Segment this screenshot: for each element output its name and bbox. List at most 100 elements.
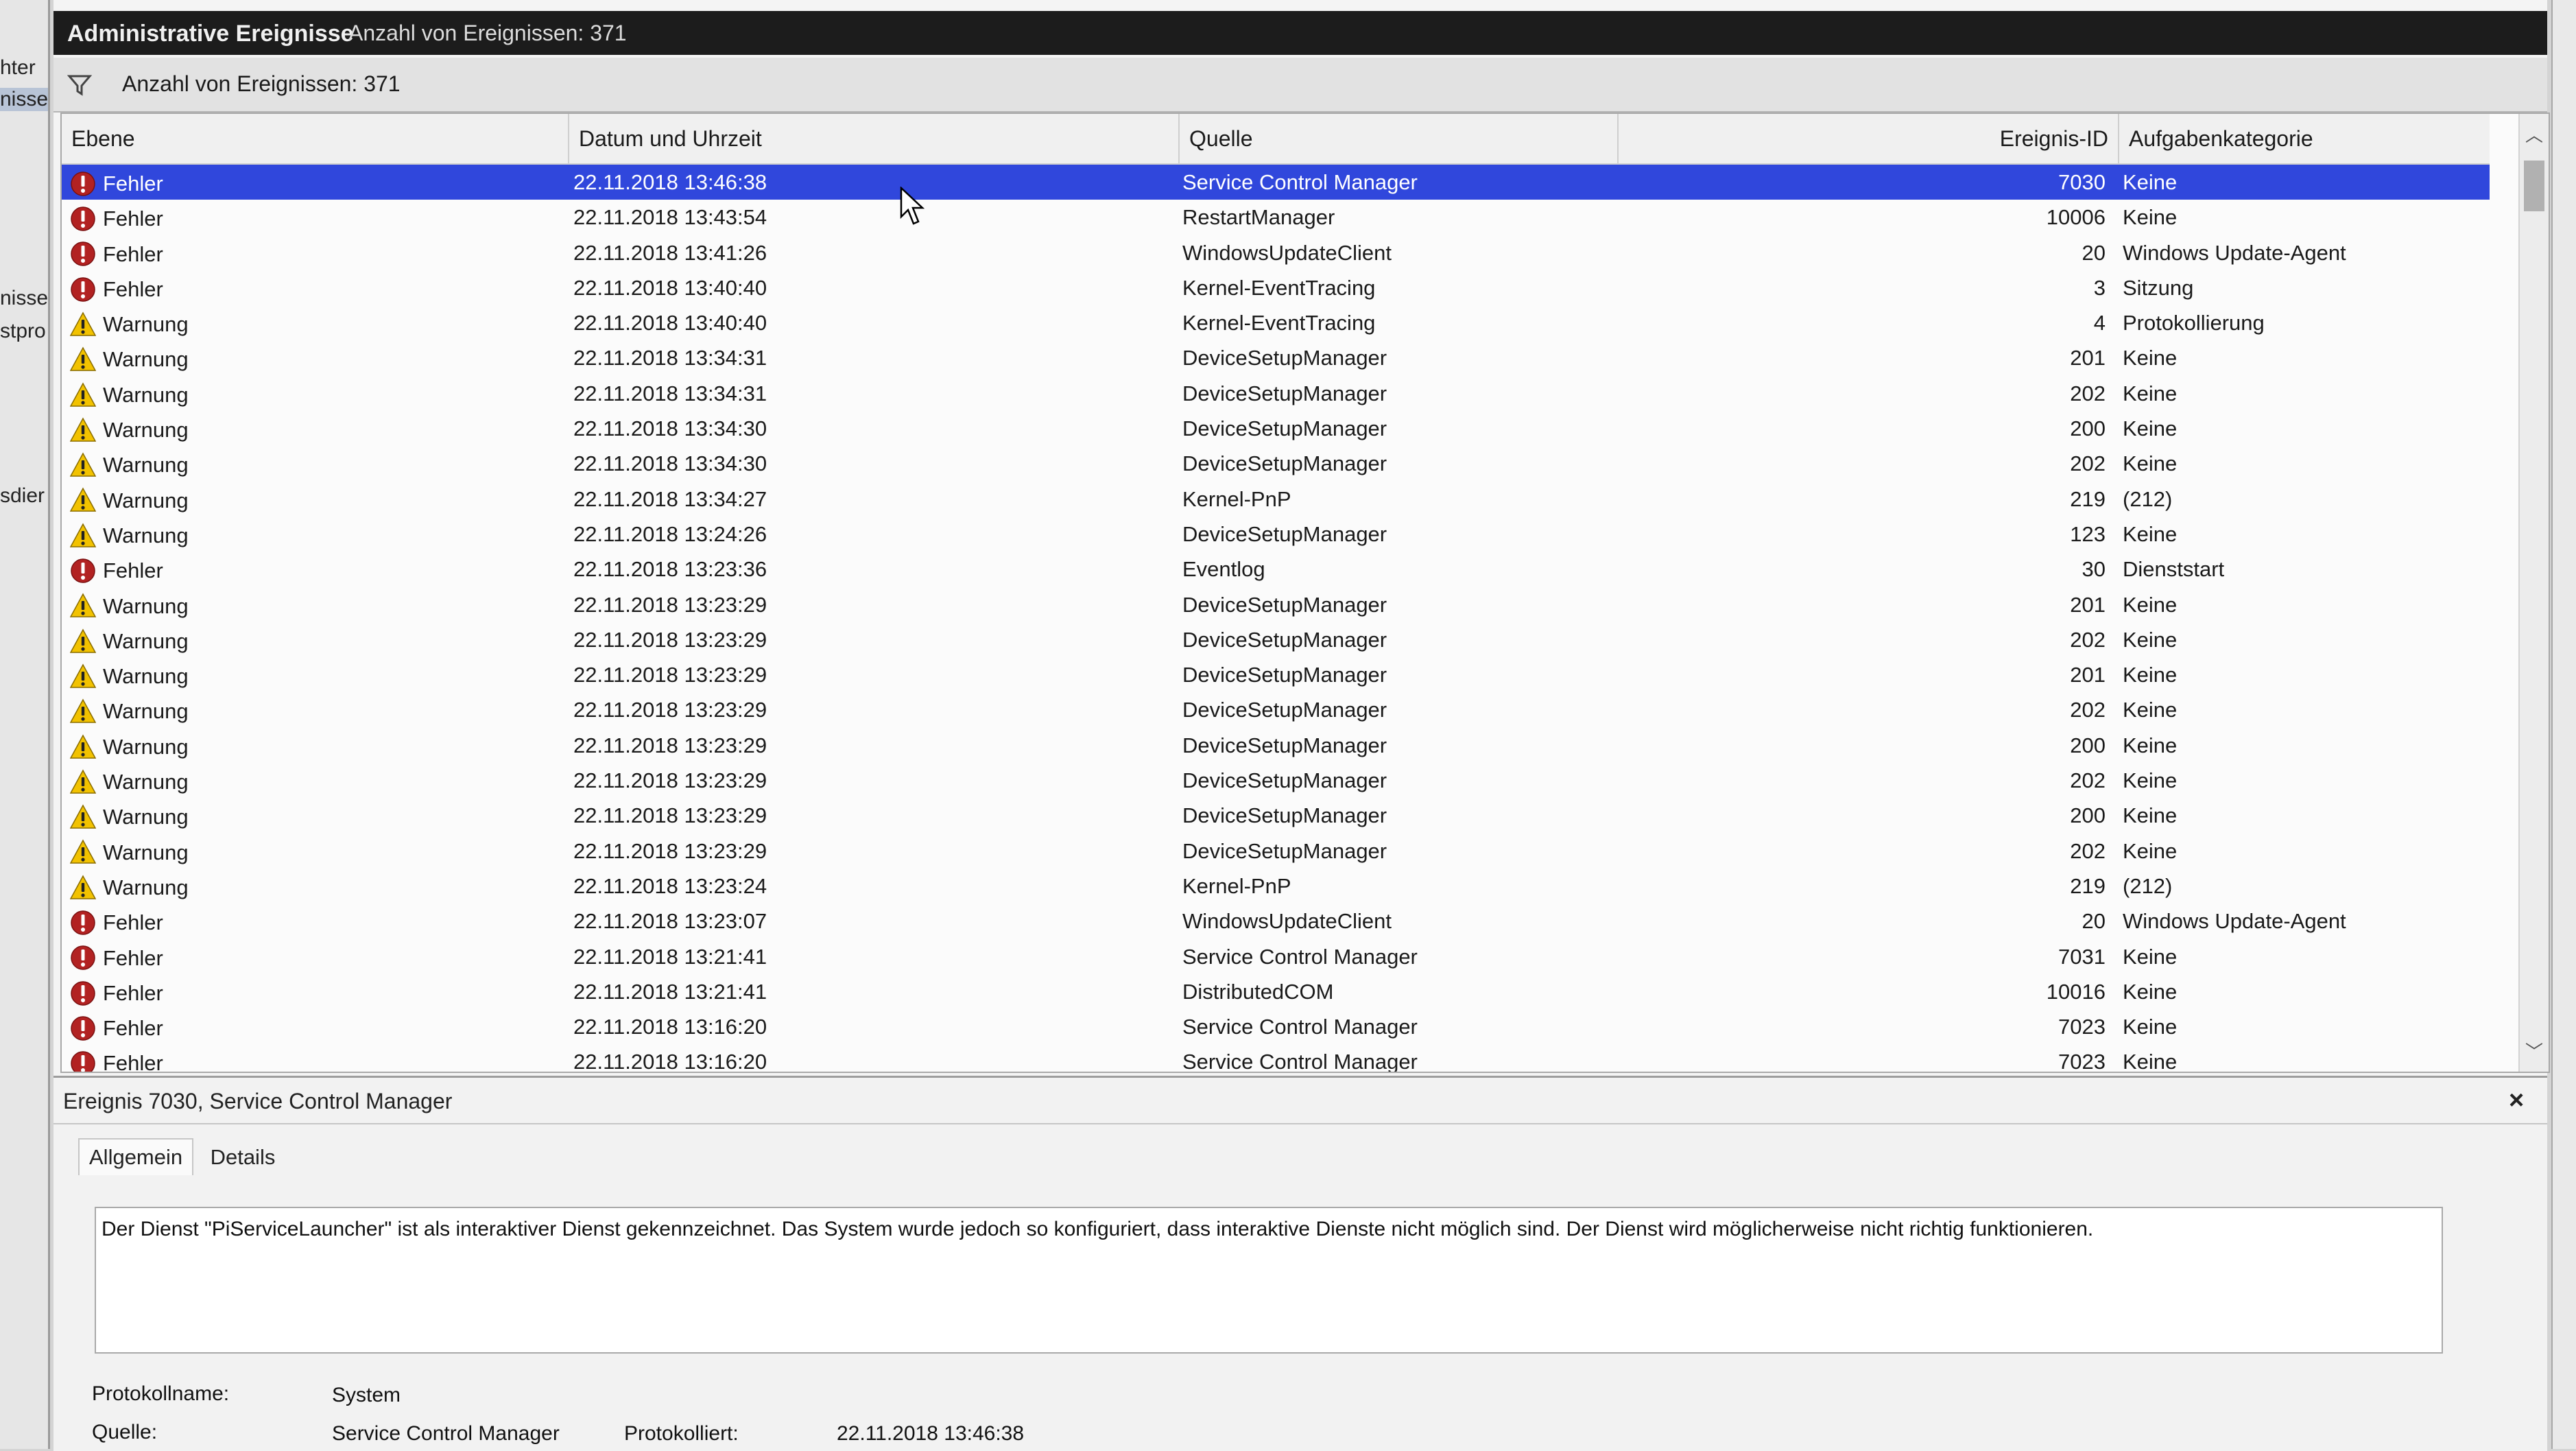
warning-icon	[69, 769, 97, 795]
tree-item-partial[interactable]: hter	[0, 56, 36, 80]
table-row[interactable]: Warnung 22.11.2018 13:24:26 DeviceSetupMan…	[62, 517, 2490, 552]
table-row[interactable]: Warnung 22.11.2018 13:34:30 DeviceSetupMan…	[62, 411, 2490, 446]
cell-level: Warnung	[69, 446, 605, 481]
cell-date: 22.11.2018 13:34:30	[573, 416, 767, 441]
scrollbar-thumb[interactable]	[2524, 161, 2544, 211]
cell-category: (212)	[2123, 873, 2173, 898]
cell-date: 22.11.2018 13:24:26	[573, 521, 767, 546]
scroll-up-icon[interactable]: ︿	[2525, 126, 2543, 144]
view-titlebar: Administrative Ereignisse Anzahl von Ere…	[53, 11, 2547, 55]
cell-date: 22.11.2018 13:23:29	[573, 592, 767, 617]
tree-item-partial-selected[interactable]: nisse	[0, 88, 48, 111]
cell-event-id: 219	[2070, 873, 2106, 898]
cell-category: Windows Update-Agent	[2123, 240, 2346, 265]
cell-event-id: 202	[2070, 768, 2106, 793]
cell-category: Keine	[2123, 944, 2178, 969]
cell-event-id: 200	[2070, 803, 2106, 828]
cell-level: Warnung	[69, 692, 605, 727]
table-row[interactable]: Warnung 22.11.2018 13:34:30 DeviceSetupMan…	[62, 446, 2490, 481]
table-row[interactable]: Warnung 22.11.2018 13:23:29 DeviceSetupMan…	[62, 692, 2490, 727]
level-text: Warnung	[103, 347, 189, 372]
table-row[interactable]: Fehler 22.11.2018 13:16:20 Service Control…	[62, 1044, 2490, 1073]
table-row[interactable]: Fehler 22.11.2018 13:46:38 Service Control…	[62, 165, 2490, 200]
event-detail-pane: Ereignis 7030, Service Control Manager ×…	[53, 1076, 2547, 1451]
cell-event-id: 7023	[2058, 1015, 2106, 1039]
cell-date: 22.11.2018 13:16:20	[573, 1050, 767, 1073]
cell-event-id: 201	[2070, 592, 2106, 617]
table-row[interactable]: Warnung 22.11.2018 13:23:24 Kernel-PnP 219 (…	[62, 869, 2490, 904]
table-row[interactable]: Warnung 22.11.2018 13:34:31 DeviceSetupMan…	[62, 340, 2490, 375]
table-row[interactable]: Warnung 22.11.2018 13:23:29 DeviceSetupMan…	[62, 587, 2490, 622]
column-header-quelle[interactable]: Quelle	[1180, 114, 1619, 163]
table-row[interactable]: Warnung 22.11.2018 13:34:27 Kernel-PnP 219 (…	[62, 482, 2490, 517]
cell-event-id: 202	[2070, 698, 2106, 722]
cell-category: Keine	[2123, 170, 2178, 194]
cell-level: Warnung	[69, 728, 605, 763]
tab-allgemein[interactable]: Allgemein	[78, 1138, 194, 1175]
cell-event-id: 20	[2082, 909, 2106, 934]
column-header-datum[interactable]: Datum und Uhrzeit	[569, 114, 1180, 163]
error-icon	[70, 276, 96, 303]
tab-details[interactable]: Details	[201, 1140, 285, 1175]
cell-event-id: 200	[2070, 416, 2106, 441]
table-row[interactable]: Fehler 22.11.2018 13:23:36 Eventlog 30 Diens…	[62, 552, 2490, 587]
tree-item-partial[interactable]: stpro	[0, 320, 46, 343]
table-row[interactable]: Fehler 22.11.2018 13:43:54 RestartManager 1…	[62, 200, 2490, 235]
table-row[interactable]: Fehler 22.11.2018 13:40:40 Kernel-EventTra…	[62, 270, 2490, 305]
cell-source: DeviceSetupManager	[1182, 381, 1387, 405]
column-header-ereignis-id[interactable]: Ereignis-ID	[1619, 114, 2119, 163]
table-row[interactable]: Warnung 22.11.2018 13:23:29 DeviceSetupMan…	[62, 763, 2490, 798]
filter-icon[interactable]	[67, 73, 92, 97]
table-row[interactable]: Warnung 22.11.2018 13:34:31 DeviceSetupMan…	[62, 376, 2490, 411]
level-text: Warnung	[103, 770, 189, 794]
cell-category: Keine	[2123, 205, 2178, 230]
table-row[interactable]: Warnung 22.11.2018 13:23:29 DeviceSetupMan…	[62, 622, 2490, 657]
scroll-down-icon[interactable]: ﹀	[2525, 1043, 2543, 1061]
cell-date: 22.11.2018 13:23:29	[573, 663, 767, 687]
cell-source: DeviceSetupManager	[1182, 663, 1387, 687]
table-row[interactable]: Warnung 22.11.2018 13:40:40 Kernel-EventTr…	[62, 305, 2490, 340]
warning-icon	[69, 628, 97, 654]
cell-source: DeviceSetupManager	[1182, 346, 1387, 370]
cell-category: Dienststart	[2123, 557, 2225, 582]
cell-level: Warnung	[69, 798, 605, 833]
cell-event-id: 10006	[2046, 205, 2106, 230]
error-icon	[70, 980, 96, 1006]
cell-source: DistributedCOM	[1182, 979, 1334, 1004]
table-row[interactable]: Warnung 22.11.2018 13:23:29 DeviceSetupMan…	[62, 657, 2490, 692]
tree-item-partial[interactable]: nisse	[0, 287, 48, 310]
table-row[interactable]: Warnung 22.11.2018 13:23:29 DeviceSetupMan…	[62, 798, 2490, 833]
table-row[interactable]: Fehler 22.11.2018 13:23:07 WindowsUpdateCl…	[62, 904, 2490, 939]
cell-category: Keine	[2123, 1015, 2178, 1039]
cell-source: WindowsUpdateClient	[1182, 240, 1392, 265]
event-message-box[interactable]: Der Dienst "PiServiceLauncher" ist als i…	[95, 1207, 2443, 1354]
vertical-scrollbar[interactable]: ︿ ﹀	[2518, 114, 2549, 1072]
cell-event-id: 30	[2082, 557, 2106, 582]
close-icon[interactable]: ×	[2509, 1086, 2524, 1116]
table-row[interactable]: Fehler 22.11.2018 13:41:26 WindowsUpdateCl…	[62, 235, 2490, 270]
table-row[interactable]: Fehler 22.11.2018 13:16:20 Service Control…	[62, 1009, 2490, 1044]
cell-category: Keine	[2123, 381, 2178, 405]
cell-source: Kernel-PnP	[1182, 486, 1291, 511]
table-row[interactable]: Warnung 22.11.2018 13:23:29 DeviceSetupMan…	[62, 728, 2490, 763]
table-row[interactable]: Fehler 22.11.2018 13:21:41 DistributedCOM 1…	[62, 974, 2490, 1009]
level-text: Fehler	[103, 1016, 163, 1041]
cell-category: Keine	[2123, 698, 2178, 722]
tree-item-partial[interactable]: sdier	[0, 484, 45, 508]
cell-event-id: 7031	[2058, 944, 2106, 969]
warning-icon	[69, 382, 97, 408]
mouse-cursor-icon	[900, 187, 925, 225]
cell-source: DeviceSetupManager	[1182, 592, 1387, 617]
event-viewer-main: Administrative Ereignisse Anzahl von Ere…	[53, 0, 2550, 1451]
table-row[interactable]: Warnung 22.11.2018 13:23:29 DeviceSetupMan…	[62, 834, 2490, 869]
cell-source: DeviceSetupManager	[1182, 451, 1387, 476]
cell-level: Warnung	[69, 622, 605, 657]
column-header-ebene[interactable]: Ebene	[62, 114, 569, 163]
cell-category: Keine	[2123, 1050, 2178, 1073]
level-text: Warnung	[103, 805, 189, 829]
level-text: Fehler	[103, 945, 163, 970]
table-row[interactable]: Fehler 22.11.2018 13:21:41 Service Control…	[62, 939, 2490, 974]
level-text: Fehler	[103, 241, 163, 266]
column-header-aufgabenkategorie[interactable]: Aufgabenkategorie	[2119, 114, 2490, 163]
warning-icon	[69, 523, 97, 549]
